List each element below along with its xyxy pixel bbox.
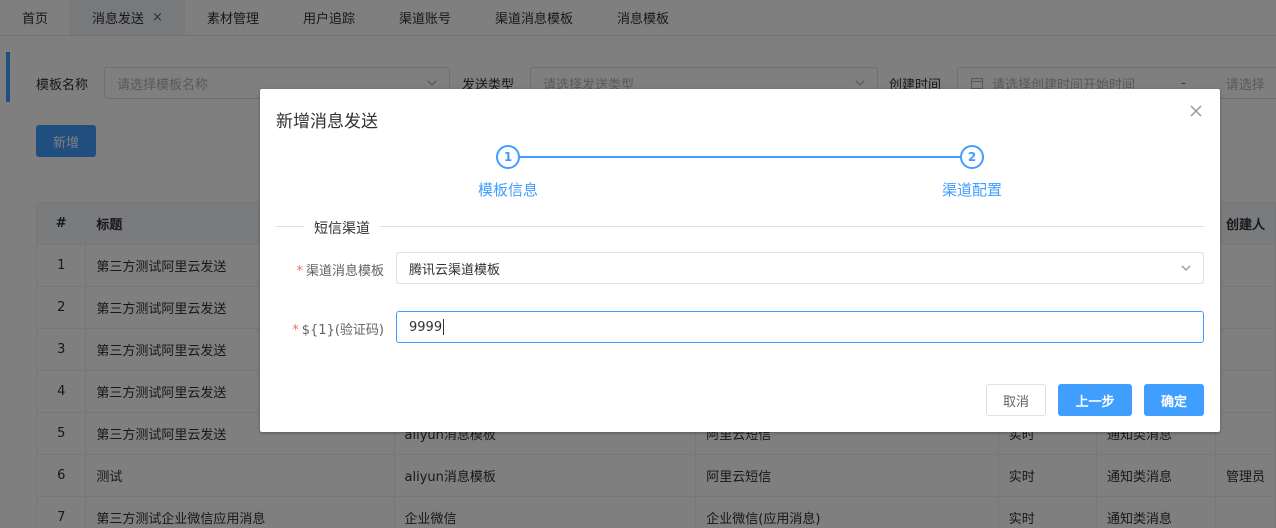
text-caret [443,319,445,335]
section-divider [276,226,1204,227]
add-message-dialog: 新增消息发送 1 2 模板信息 渠道配置 短信渠道 * 渠道消息模板 腾讯云渠道模… [260,89,1220,432]
step-2-title: 渠道配置 [941,181,1002,199]
cancel-button[interactable]: 取消 [986,384,1046,416]
prev-step-button[interactable]: 上一步 [1058,384,1132,416]
step-1-circle: 1 [496,145,520,169]
label-text: 渠道消息模板 [305,264,384,279]
select-value: 腾讯云渠道模板 [409,262,501,278]
step-connector [520,156,960,158]
required-mark: * [292,323,299,338]
close-icon[interactable] [1188,103,1204,119]
channel-template-select[interactable]: 腾讯云渠道模板 [396,252,1204,284]
required-mark: * [296,264,303,279]
section-title: 短信渠道 [304,218,380,238]
steps: 1 2 模板信息 渠道配置 [260,145,1220,205]
chevron-down-icon [1181,265,1191,271]
confirm-button[interactable]: 确定 [1144,384,1204,416]
input-value: 9999 [409,319,443,335]
dialog-title: 新增消息发送 [276,112,378,132]
code-input[interactable]: 9999 [396,311,1204,343]
label-text: ${1}(验证码) [301,323,384,338]
code-label: * ${1}(验证码) [292,319,384,338]
step-2-circle: 2 [960,145,984,169]
channel-template-label: * 渠道消息模板 [296,260,384,279]
step-1-title: 模板信息 [477,181,538,199]
